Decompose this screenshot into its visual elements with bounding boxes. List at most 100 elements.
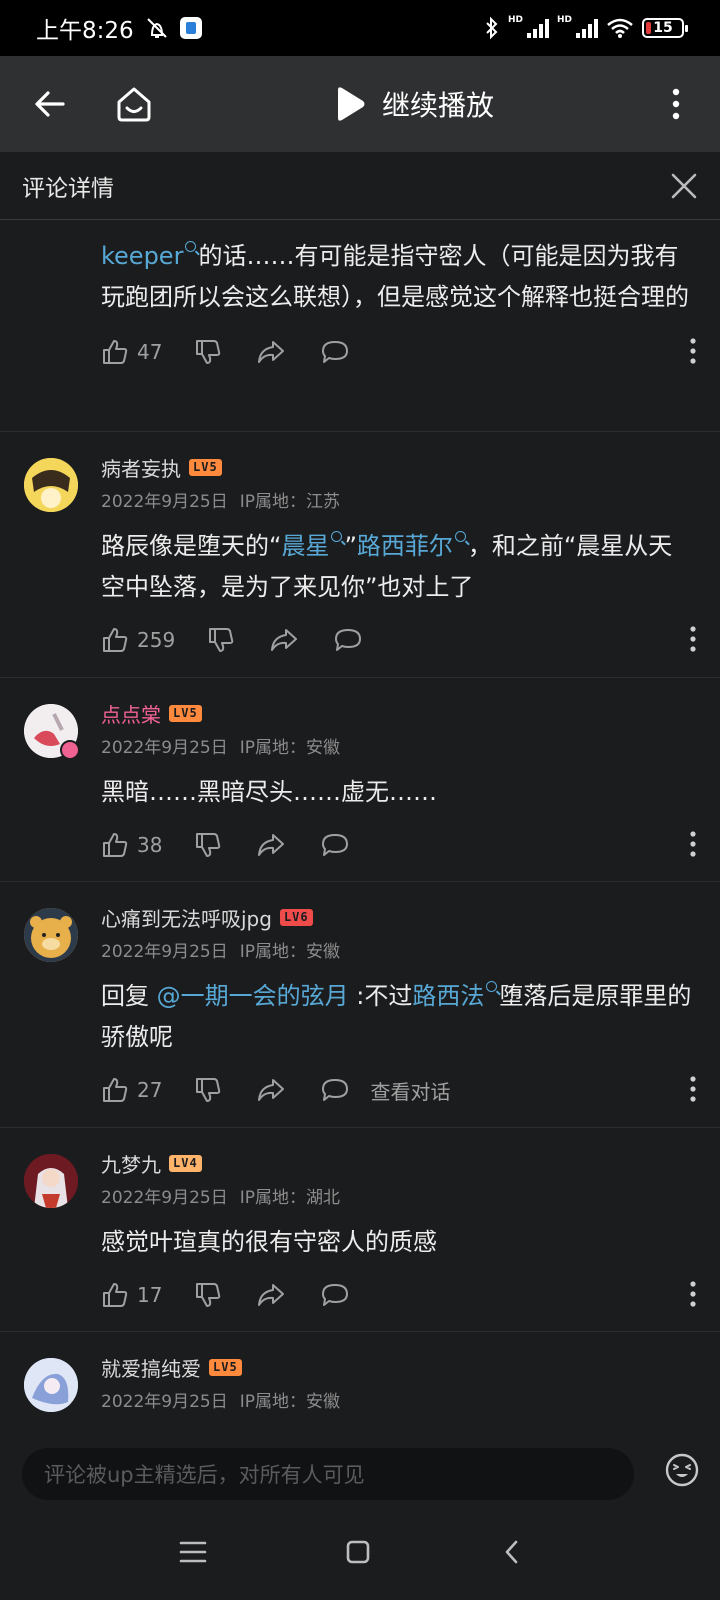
avatar[interactable] [24,458,78,512]
avatar-image [24,1358,78,1412]
username[interactable]: 病者妄执 [101,453,181,482]
keyword-link[interactable]: 路西法 [412,982,484,1010]
thumbs-up-icon [103,1283,128,1307]
more-vertical-icon[interactable] [690,1281,696,1307]
close-button[interactable] [666,168,702,204]
back-nav-button[interactable] [500,1538,524,1570]
menu-icon [179,1541,207,1563]
search-icon [486,981,498,992]
top-toolbar: 继续播放 [0,56,720,152]
signal-icon [526,18,549,38]
more-vertical-icon[interactable] [690,338,696,364]
thumbs-down-icon [196,833,221,857]
reply-button[interactable] [320,1281,350,1309]
dislike-button[interactable] [194,1281,222,1309]
username[interactable]: 九梦九 [101,1149,161,1178]
avatar[interactable] [24,1358,78,1412]
thumbs-up-icon [103,1078,128,1102]
avatar[interactable] [24,704,80,760]
reply-button[interactable] [320,831,350,859]
comment-date: 2022年9月25日 [101,1187,228,1208]
like-button[interactable]: 27 [101,1076,162,1104]
avatar-image [24,1154,78,1208]
comment-actions: 47 [101,332,696,372]
username[interactable]: 点点棠 [101,699,161,728]
back-arrow-icon [35,91,65,117]
comment-bubble-icon [322,1284,349,1306]
like-button[interactable]: 17 [101,1281,162,1309]
recent-apps-button[interactable] [178,1538,208,1570]
chevron-left-icon [505,1540,518,1564]
alarm-off-icon [146,18,167,38]
comment-date: 2022年9月25日 [101,491,228,512]
comment-meta: 2022年9月25日 IP属地：安徽 [101,1386,696,1412]
username-row: 病者妄执 LV5 [101,452,696,482]
signal-icon-2 [576,18,598,38]
avatar[interactable] [24,908,78,962]
keyword-link[interactable]: keeper [101,242,183,270]
comment-item: 点点棠 LV5 2022年9月25日 IP属地：安徽 黑暗……黑暗尽头……虚无…… [0,678,720,882]
more-menu-button[interactable] [660,82,692,126]
ip-location: IP属地：安徽 [239,1391,340,1412]
username-row: 点点棠 LV5 [101,698,696,728]
emoji-icon [665,1453,699,1487]
emoji-button[interactable] [664,1452,700,1492]
username[interactable]: 心痛到无法呼吸jpg [101,903,272,932]
app-notification-icon [179,17,202,39]
comment-date: 2022年9月25日 [101,941,228,962]
like-button[interactable]: 259 [101,626,175,654]
reply-button[interactable] [333,626,363,654]
share-button[interactable] [256,831,286,859]
view-conversation-button[interactable]: 查看对话 [370,1076,450,1105]
home-button[interactable] [110,80,158,128]
keyword-link[interactable]: 路西菲尔 [357,532,453,560]
dislike-button[interactable] [194,338,222,366]
like-count: 38 [137,833,163,857]
avatar[interactable] [24,1154,78,1208]
like-button[interactable]: 47 [101,338,162,366]
comment-text: 感觉叶瑄真的很有守密人的质感 [101,1228,437,1256]
level-badge: LV6 [279,908,313,926]
thumbs-up-icon [103,833,128,857]
like-count: 259 [137,628,176,652]
reply-button[interactable] [320,338,350,366]
avatar-image [24,458,78,512]
comment-item: 病者妄执 LV5 2022年9月25日 IP属地：江苏 路辰像是堕天的“晨星 ”路… [0,432,720,678]
username[interactable]: 就爱搞纯爱 [101,1353,201,1382]
back-button[interactable] [28,82,72,126]
username-row: 就爱搞纯爱 LV5 [101,1352,696,1382]
comment-item: 就爱搞纯爱 LV5 2022年9月25日 IP属地：安徽 [0,1332,720,1430]
share-button[interactable] [269,626,299,654]
comment-detail-header: 评论详情 [0,152,720,220]
comment-text: 黑暗……黑暗尽头……虚无…… [101,778,437,806]
comment-list[interactable]: keeper 的话……有可能是指守密人（可能是因为我有玩跑团所以会这么联想），但是… [0,220,720,1430]
username-row: 心痛到无法呼吸jpg LV6 [101,902,696,932]
share-icon [258,834,285,856]
ip-location: IP属地：江苏 [239,491,340,512]
dislike-button[interactable] [194,831,222,859]
dislike-button[interactable] [194,1076,222,1104]
reply-button[interactable] [320,1076,350,1104]
comment-text: 回复 @一期一会的弦月 :不过路西法 堕落后是原罪里的骄傲呢 [101,981,692,1051]
home-nav-button[interactable] [344,1538,372,1570]
keyword-link[interactable]: 晨星 [281,532,329,560]
more-vertical-icon[interactable] [690,1076,696,1102]
more-vertical-icon[interactable] [690,626,696,652]
mention-link[interactable]: @一期一会的弦月 [157,982,349,1010]
square-icon [346,1540,370,1564]
comment-item: 九梦九 LV4 2022年9月25日 IP属地：湖北 感觉叶瑄真的很有守密人的质… [0,1128,720,1332]
dislike-button[interactable] [207,626,235,654]
resume-play-button[interactable]: 继续播放 [334,84,494,124]
share-button[interactable] [256,1076,286,1104]
level-badge: LV4 [169,1154,202,1172]
level-badge: LV5 [189,458,222,476]
share-button[interactable] [256,338,286,366]
ip-location: IP属地：湖北 [239,1187,340,1208]
thumbs-up-icon [103,628,128,652]
more-vertical-icon[interactable] [690,831,696,857]
share-button[interactable] [256,1281,286,1309]
like-button[interactable]: 38 [101,831,162,859]
comment-actions: 27 查看对话 [101,1070,696,1110]
comment-text: 路辰像是堕天的“晨星 ”路西菲尔 ，和之前“晨星从天空中坠落，是为了来见你”也对上了 [101,531,673,601]
comment-input[interactable]: 评论被up主精选后，对所有人可见 [22,1448,634,1500]
